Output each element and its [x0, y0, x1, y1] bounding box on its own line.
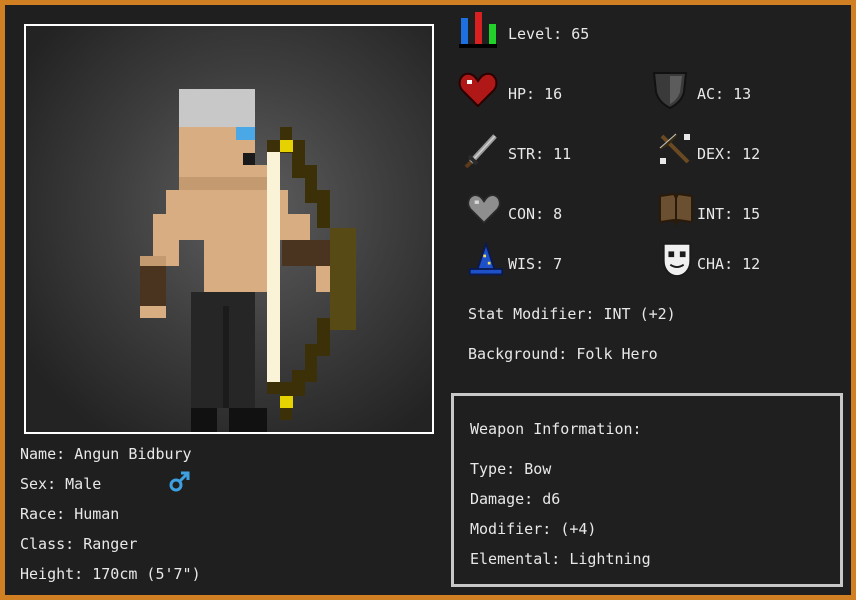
int-stat: INT: 15: [697, 205, 760, 223]
ranger-sprite: [140, 89, 356, 432]
weapon-type-label: Type:: [470, 460, 516, 478]
level-bars-icon: [458, 10, 498, 50]
int-value: 15: [742, 205, 761, 223]
weapon-modifier-value: (+4): [560, 520, 597, 538]
height-row: Height: 170cm (5'7"): [20, 565, 201, 583]
hp-label: HP:: [508, 85, 536, 103]
book-icon: [656, 190, 696, 230]
level-stat: Level: 65: [508, 25, 589, 43]
weapon-elemental-value: Lightning: [569, 550, 651, 568]
wis-stat: WIS: 7: [508, 255, 562, 273]
weapon-damage-value: d6: [542, 490, 561, 508]
con-stat: CON: 8: [508, 205, 562, 223]
hp-stat: HP: 16: [508, 85, 562, 103]
cha-label: CHA:: [697, 255, 734, 273]
class-label: Class:: [20, 535, 75, 553]
wis-label: WIS:: [508, 255, 545, 273]
background-row: Background: Folk Hero: [468, 345, 658, 363]
character-portrait: [24, 24, 434, 434]
character-sheet: Name: Angun Bidbury Sex: Male Race: Huma…: [0, 0, 856, 600]
sword-icon: [463, 130, 503, 170]
race-row: Race: Human: [20, 505, 119, 523]
wis-value: 7: [553, 255, 563, 273]
ac-value: 13: [733, 85, 752, 103]
weapon-type-value: Bow: [524, 460, 552, 478]
mask-icon: [658, 240, 698, 280]
str-label: STR:: [508, 145, 545, 163]
weapon-type-row: Type: Bow: [470, 460, 551, 478]
background-value: Folk Hero: [576, 345, 658, 363]
dex-label: DEX:: [697, 145, 734, 163]
hp-value: 16: [544, 85, 563, 103]
heart-icon: [458, 70, 498, 110]
name-label: Name:: [20, 445, 66, 463]
sex-label: Sex:: [20, 475, 57, 493]
weapon-elemental-label: Elemental:: [470, 550, 561, 568]
int-label: INT:: [697, 205, 734, 223]
level-label: Level:: [508, 25, 563, 43]
weapon-info-panel: Weapon Information: Type: Bow Damage: d6…: [451, 393, 843, 587]
stat-modifier-row: Stat Modifier: INT (+2): [468, 305, 676, 323]
ac-label: AC:: [697, 85, 725, 103]
con-label: CON:: [508, 205, 545, 223]
cha-stat: CHA: 12: [697, 255, 760, 273]
class-row: Class: Ranger: [20, 535, 137, 553]
dex-stat: DEX: 12: [697, 145, 760, 163]
str-value: 11: [553, 145, 572, 163]
stat-modifier-value: INT (+2): [603, 305, 676, 323]
weapon-modifier-label: Modifier:: [470, 520, 552, 538]
weapon-info-title: Weapon Information:: [470, 420, 642, 438]
weapon-damage-row: Damage: d6: [470, 490, 560, 508]
background-label: Background:: [468, 345, 568, 363]
height-label: Height:: [20, 565, 84, 583]
name-value: Angun Bidbury: [74, 445, 192, 463]
dex-value: 12: [742, 145, 761, 163]
wizard-hat-icon: [468, 242, 508, 282]
sex-row: Sex: Male: [20, 475, 101, 493]
ac-stat: AC: 13: [697, 85, 751, 103]
race-value: Human: [74, 505, 120, 523]
name-row: Name: Angun Bidbury: [20, 445, 192, 463]
weapon-elemental-row: Elemental: Lightning: [470, 550, 651, 568]
shield-icon: [650, 70, 690, 110]
class-value: Ranger: [83, 535, 138, 553]
cha-value: 12: [742, 255, 761, 273]
str-stat: STR: 11: [508, 145, 571, 163]
con-value: 8: [553, 205, 563, 223]
race-label: Race:: [20, 505, 66, 523]
height-value: 170cm (5'7"): [92, 565, 201, 583]
level-value: 65: [571, 25, 590, 43]
heart-gray-icon: [467, 192, 507, 232]
stat-modifier-label: Stat Modifier:: [468, 305, 595, 323]
weapon-damage-label: Damage:: [470, 490, 534, 508]
weapon-modifier-row: Modifier: (+4): [470, 520, 596, 538]
crossbow-icon: [656, 130, 696, 170]
male-symbol-icon: [168, 469, 192, 493]
sex-value: Male: [65, 475, 102, 493]
